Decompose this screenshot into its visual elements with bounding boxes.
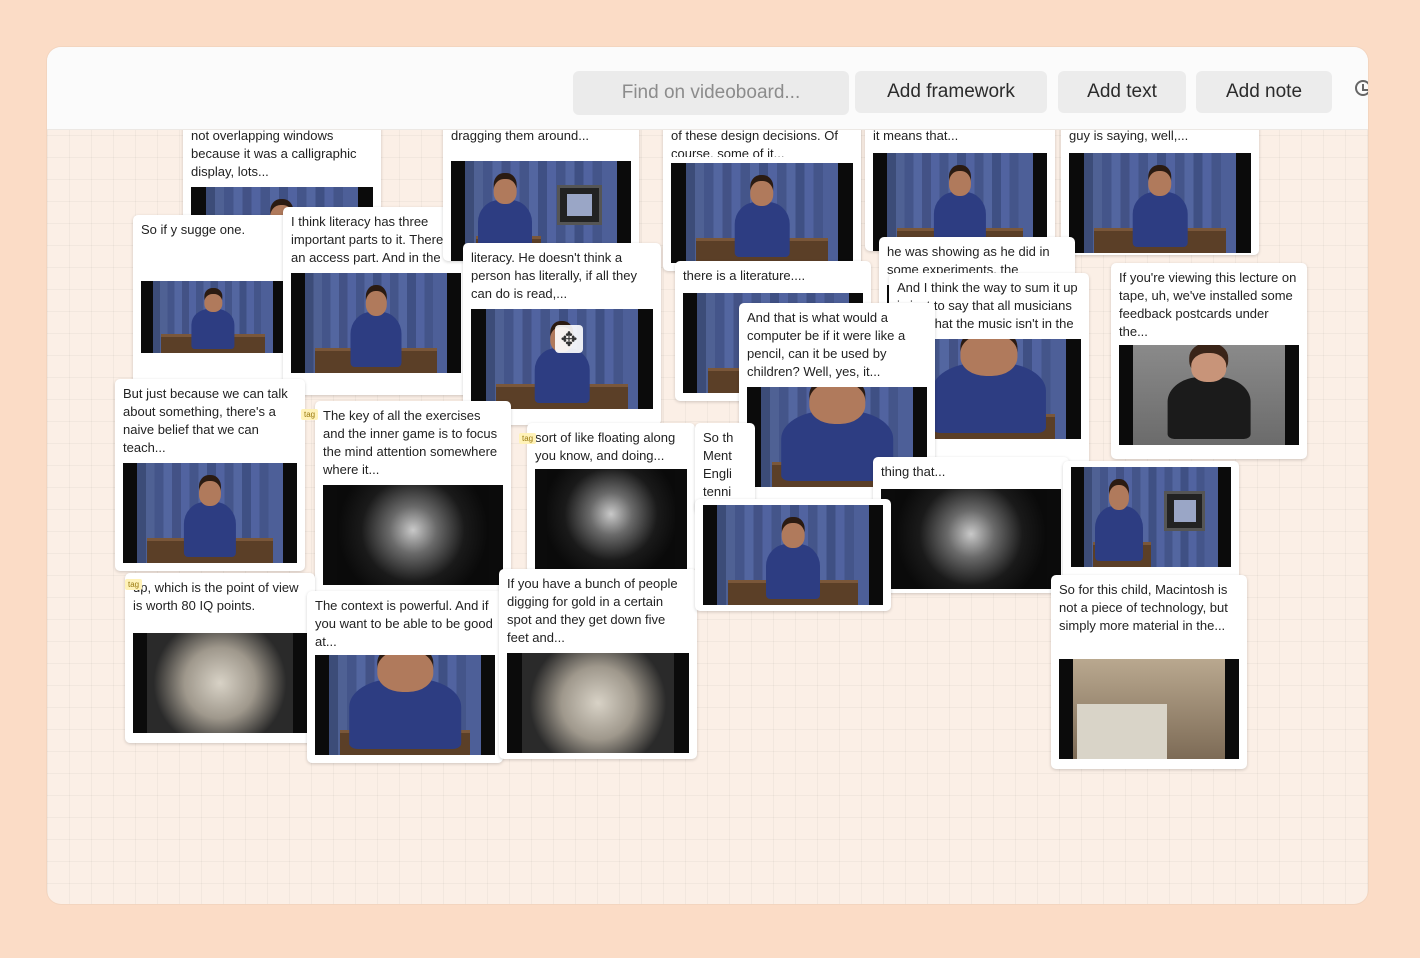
video-thumbnail[interactable] bbox=[1119, 345, 1299, 445]
video-caption: thing that... bbox=[881, 464, 946, 479]
video-thumbnail[interactable] bbox=[291, 273, 461, 373]
add-text-button[interactable]: Add text bbox=[1058, 71, 1186, 113]
video-card[interactable]: sort of like floating along you know, an… bbox=[527, 423, 695, 573]
video-caption: guy is saying, well,... bbox=[1069, 128, 1189, 143]
video-caption: The key of all the exercises and the inn… bbox=[323, 408, 498, 477]
video-thumbnail[interactable] bbox=[1071, 467, 1231, 567]
video-caption: So for this child, Macintosh is not a pi… bbox=[1059, 582, 1228, 633]
video-thumbnail[interactable] bbox=[123, 463, 297, 563]
video-caption: sort of like floating along you know, an… bbox=[535, 430, 676, 463]
clip-tag: tag bbox=[125, 579, 143, 590]
clock-icon[interactable] bbox=[1355, 80, 1368, 96]
videoboard-window: not overlapping windows because it was a… bbox=[47, 47, 1368, 904]
video-thumbnail[interactable] bbox=[133, 633, 307, 733]
video-card[interactable]: of these design decisions. Of course, so… bbox=[663, 121, 861, 271]
video-card[interactable]: it means that... bbox=[865, 121, 1055, 251]
video-caption: literacy. He doesn't think a person has … bbox=[471, 250, 637, 301]
move-icon[interactable]: ✥ bbox=[555, 325, 583, 353]
video-card[interactable]: guy is saying, well,... bbox=[1061, 121, 1259, 255]
add-framework-button[interactable]: Add framework bbox=[855, 71, 1047, 113]
video-caption: of these design decisions. Of course, so… bbox=[671, 128, 838, 157]
video-thumbnail[interactable] bbox=[141, 281, 285, 353]
video-card[interactable] bbox=[1063, 461, 1239, 583]
videoboard-canvas[interactable]: not overlapping windows because it was a… bbox=[47, 47, 1368, 904]
video-card[interactable]: So for this child, Macintosh is not a pi… bbox=[1051, 575, 1247, 769]
video-caption: So th Ment Engli tenni bbox=[703, 430, 734, 499]
video-caption: there is a literature.... bbox=[683, 268, 806, 283]
video-caption: up, which is the point of view is worth … bbox=[133, 580, 299, 613]
video-card[interactable]: If you're viewing this lecture on tape, … bbox=[1111, 263, 1307, 459]
video-thumbnail[interactable] bbox=[671, 163, 853, 263]
video-card[interactable]: The context is powerful. And if you want… bbox=[307, 591, 503, 763]
video-thumbnail[interactable] bbox=[323, 485, 503, 585]
video-caption: dragging them around... bbox=[451, 128, 590, 143]
video-thumbnail[interactable] bbox=[535, 469, 687, 569]
video-caption: But just because we can talk about somet… bbox=[123, 386, 288, 455]
video-thumbnail[interactable] bbox=[471, 309, 653, 409]
video-card[interactable]: So if y sugge one. bbox=[133, 215, 293, 385]
video-caption: If you're viewing this lecture on tape, … bbox=[1119, 270, 1297, 339]
video-thumbnail[interactable] bbox=[315, 655, 495, 755]
video-caption: If you have a bunch of people digging fo… bbox=[507, 576, 678, 645]
clip-tag: tag bbox=[519, 433, 537, 444]
video-caption: I think literacy has three important par… bbox=[291, 214, 453, 265]
search-input[interactable] bbox=[573, 71, 849, 115]
video-caption: And that is what would a computer be if … bbox=[747, 310, 906, 379]
clip-tag: tag bbox=[301, 409, 319, 420]
video-caption: The context is powerful. And if you want… bbox=[315, 598, 493, 649]
video-thumbnail[interactable] bbox=[881, 489, 1061, 589]
video-thumbnail[interactable] bbox=[507, 653, 689, 753]
video-card[interactable]: thing that... bbox=[873, 457, 1069, 593]
video-card[interactable]: If you have a bunch of people digging fo… bbox=[499, 569, 697, 759]
video-card[interactable]: The key of all the exercises and the inn… bbox=[315, 401, 511, 595]
video-caption: So if y sugge one. bbox=[141, 222, 246, 237]
add-note-button[interactable]: Add note bbox=[1196, 71, 1332, 113]
video-card[interactable] bbox=[695, 499, 891, 611]
toolbar: Add framework Add text Add note bbox=[47, 47, 1368, 130]
video-thumbnail[interactable] bbox=[1059, 659, 1239, 759]
video-card[interactable]: I think literacy has three important par… bbox=[283, 207, 469, 395]
video-thumbnail[interactable] bbox=[703, 505, 883, 605]
video-caption: it means that... bbox=[873, 128, 959, 143]
video-card[interactable]: But just because we can talk about somet… bbox=[115, 379, 305, 571]
video-caption: not overlapping windows because it was a… bbox=[191, 128, 357, 179]
video-thumbnail[interactable] bbox=[1069, 153, 1251, 253]
video-card[interactable]: up, which is the point of view is worth … bbox=[125, 573, 315, 743]
video-card[interactable]: dragging them around... bbox=[443, 121, 639, 261]
